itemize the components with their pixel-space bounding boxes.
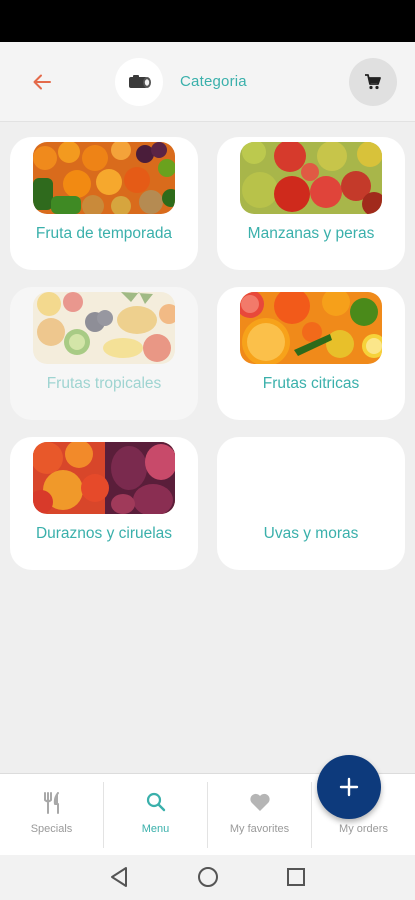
nav-item-my-favorites[interactable]: My favorites — [208, 774, 311, 856]
category-card-duraznos-y-ciruelas[interactable]: Duraznos y ciruelas — [10, 437, 198, 570]
peaches-plums-photo — [33, 442, 175, 514]
apples-pears-photo — [240, 142, 382, 214]
plus-icon — [339, 777, 359, 797]
seasonal-fruit-photo — [33, 142, 175, 214]
nav-label: My orders — [339, 823, 388, 835]
arrow-left-icon — [33, 74, 51, 90]
back-button[interactable] — [26, 64, 58, 100]
system-back-button[interactable] — [107, 865, 131, 889]
status-bar — [0, 0, 415, 42]
fork-knife-icon — [43, 792, 59, 814]
nav-item-specials[interactable]: Specials — [0, 774, 103, 856]
page-title: Categoria — [180, 73, 247, 90]
system-navigation-bar — [0, 855, 415, 900]
add-button[interactable] — [317, 755, 381, 819]
category-label: Frutas citricas — [262, 375, 360, 392]
category-card-frutas-citricas[interactable]: Frutas citricas — [217, 287, 405, 420]
system-home-button[interactable] — [196, 865, 220, 889]
category-label: Manzanas y peras — [247, 225, 375, 242]
tropical-fruit-photo — [33, 292, 175, 364]
home-circle-icon — [198, 867, 218, 887]
category-label: Frutas tropicales — [46, 375, 162, 392]
cart-button[interactable] — [349, 58, 397, 106]
category-label: Fruta de temporada — [35, 225, 173, 242]
category-label: Duraznos y ciruelas — [35, 525, 173, 542]
back-triangle-icon — [111, 867, 127, 887]
heart-icon — [249, 793, 270, 811]
nav-label: My favorites — [229, 823, 290, 835]
shopping-cart-icon — [365, 74, 381, 90]
citrus-fruit-photo — [240, 292, 382, 364]
category-card-manzanas-y-peras[interactable]: Manzanas y peras — [217, 137, 405, 270]
nav-label: Specials — [30, 823, 73, 835]
search-icon — [146, 792, 165, 812]
app-bar: Categoria — [0, 42, 415, 122]
nav-label: Menu — [141, 823, 170, 835]
category-label: Uvas y moras — [263, 525, 359, 542]
app-logo — [115, 58, 163, 106]
nav-item-menu[interactable]: Menu — [104, 774, 207, 856]
system-recents-button[interactable] — [284, 865, 308, 889]
sushi-roll-logo-icon — [129, 75, 151, 88]
recents-square-icon — [287, 868, 305, 886]
category-card-uvas-y-moras[interactable]: Uvas y moras — [217, 437, 405, 570]
category-card-fruta-de-temporada[interactable]: Fruta de temporada — [10, 137, 198, 270]
category-card-frutas-tropicales[interactable]: Frutas tropicales — [10, 287, 198, 420]
